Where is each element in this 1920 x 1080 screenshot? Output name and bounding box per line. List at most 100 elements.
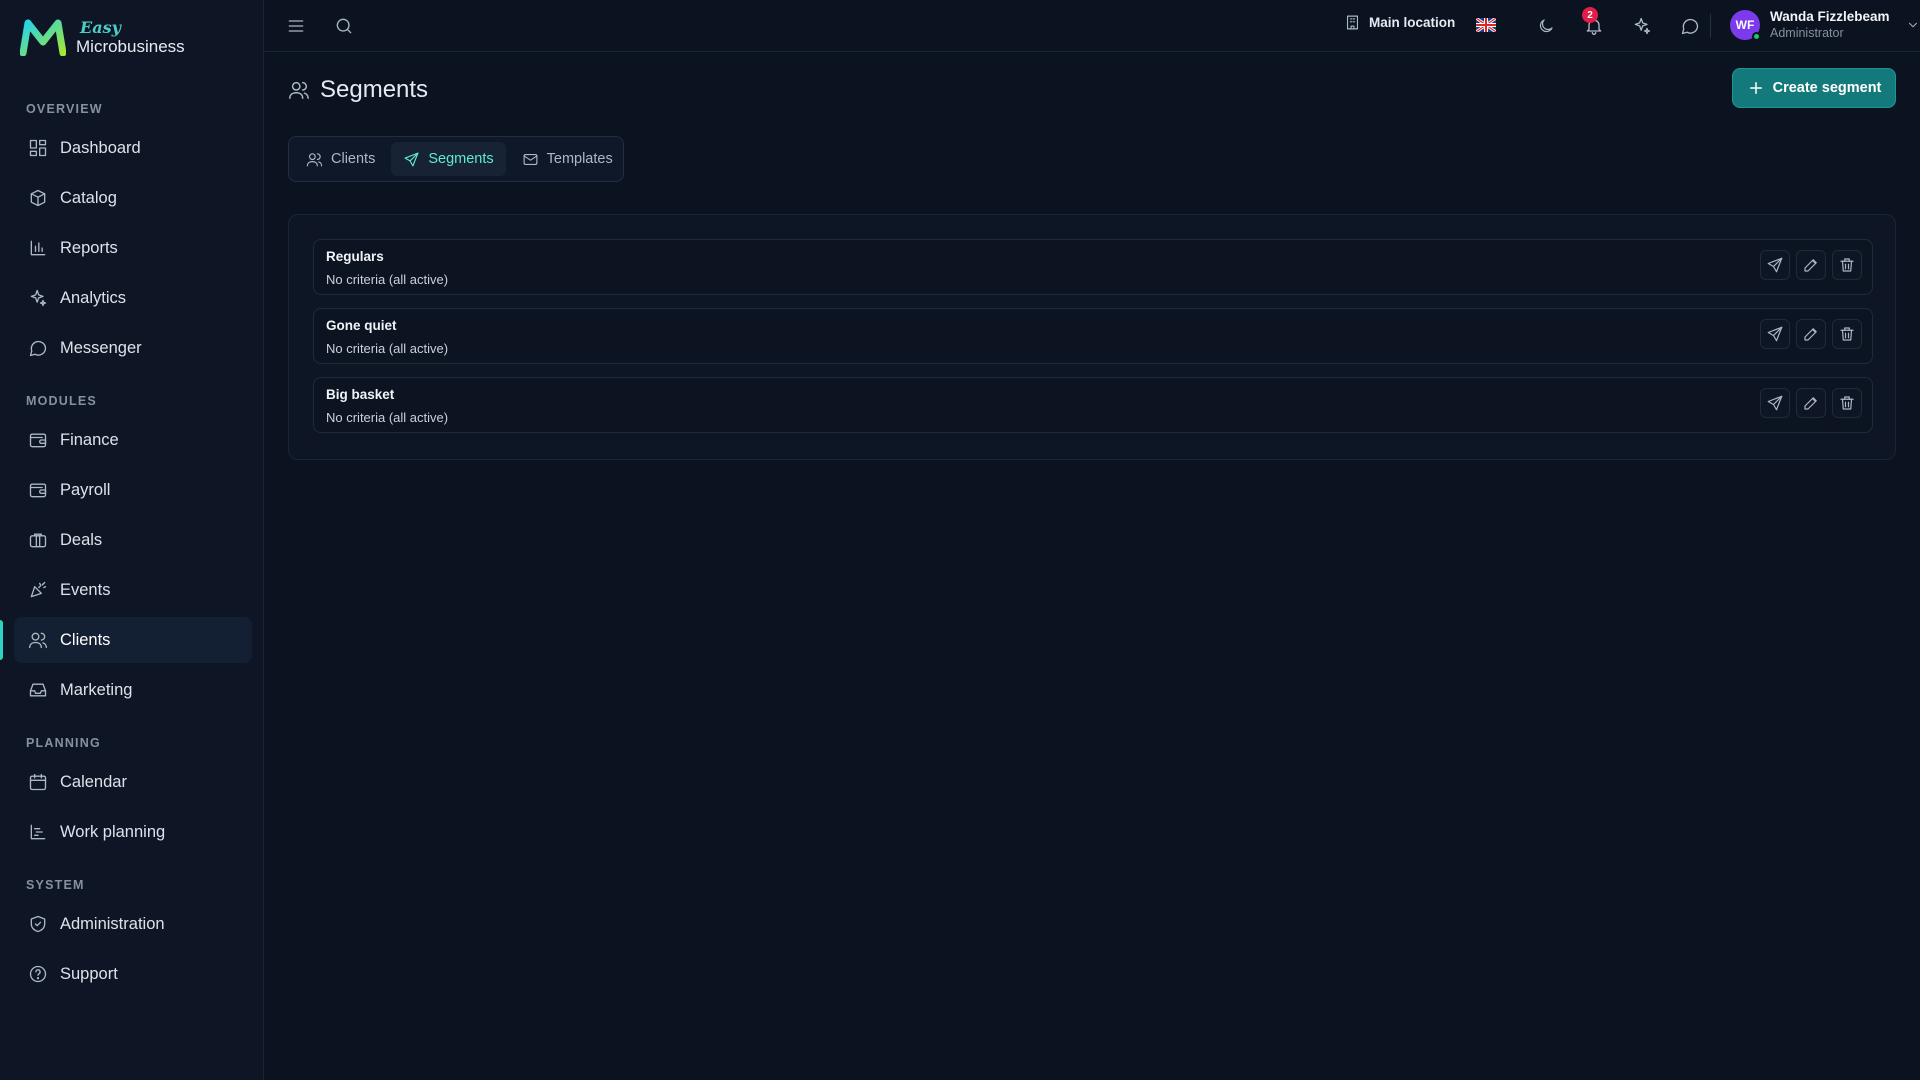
sidebar-item-reports[interactable]: Reports bbox=[14, 225, 252, 271]
sparkles-icon bbox=[30, 289, 47, 307]
sidebar-item-work-planning[interactable]: Work planning bbox=[14, 809, 252, 855]
brand-name: Microbusiness bbox=[76, 36, 185, 56]
section-modules: MODULES bbox=[26, 394, 97, 408]
calendar-icon bbox=[29, 773, 47, 791]
list-item[interactable]: Regulars No criteria (all active) bbox=[313, 239, 1873, 295]
sidebar-item-analytics[interactable]: Analytics bbox=[14, 275, 252, 321]
topbar-divider bbox=[1710, 14, 1711, 38]
sidebar-item-label: Finance bbox=[60, 430, 119, 449]
sidebar-item-label: Dashboard bbox=[60, 138, 141, 157]
send-button[interactable] bbox=[1760, 250, 1790, 280]
sidebar-item-support[interactable]: Support bbox=[14, 951, 252, 997]
ai-assistant-button[interactable] bbox=[1630, 14, 1654, 38]
edit-button[interactable] bbox=[1796, 319, 1826, 349]
section-planning: PLANNING bbox=[26, 736, 101, 750]
sidebar-item-label: Events bbox=[60, 580, 111, 599]
sidebar-item-catalog[interactable]: Catalog bbox=[14, 175, 252, 221]
page-title: Segments bbox=[288, 76, 428, 104]
sidebar-item-clients[interactable]: Clients bbox=[14, 617, 252, 663]
sidebar-item-label: Administration bbox=[60, 914, 165, 933]
notification-badge: 2 bbox=[1582, 7, 1598, 23]
sidebar-item-label: Payroll bbox=[60, 480, 111, 499]
tab-label: Segments bbox=[428, 151, 494, 167]
sidebar-item-finance[interactable]: Finance bbox=[14, 417, 252, 463]
location-selector[interactable]: Main location bbox=[1344, 14, 1455, 31]
wallet-icon bbox=[29, 433, 47, 448]
send-icon bbox=[404, 152, 419, 166]
tab-label: Clients bbox=[331, 151, 376, 167]
sidebar-item-dashboard[interactable]: Dashboard bbox=[14, 125, 252, 171]
active-indicator bbox=[0, 620, 3, 660]
segments-list: Regulars No criteria (all active) Gone q… bbox=[288, 214, 1896, 460]
brand-logo[interactable]: Easy Microbusiness bbox=[20, 18, 185, 56]
segment-name: Gone quiet bbox=[326, 318, 397, 333]
search-button[interactable] bbox=[332, 14, 356, 38]
building-icon bbox=[1346, 15, 1359, 30]
page-title-text: Segments bbox=[320, 76, 429, 103]
sidebar-item-calendar[interactable]: Calendar bbox=[14, 759, 252, 805]
inbox-icon bbox=[29, 683, 47, 697]
messages-button[interactable] bbox=[1678, 14, 1702, 38]
tab-label: Templates bbox=[546, 151, 613, 167]
delete-button[interactable] bbox=[1832, 250, 1862, 280]
trash-icon bbox=[1840, 327, 1854, 341]
chevron-down-icon bbox=[1908, 23, 1917, 28]
sparkles-icon bbox=[1634, 17, 1651, 35]
sidebar-item-label: Reports bbox=[60, 238, 118, 257]
uk-flag-icon[interactable] bbox=[1476, 18, 1496, 32]
segment-name: Regulars bbox=[326, 249, 384, 264]
tab-segments[interactable]: Segments bbox=[391, 142, 506, 176]
tab-templates[interactable]: Templates bbox=[510, 142, 625, 176]
mail-icon bbox=[523, 153, 538, 165]
sidebar-item-label: Work planning bbox=[60, 822, 166, 841]
send-button[interactable] bbox=[1760, 388, 1790, 418]
tab-clients[interactable]: Clients bbox=[294, 142, 387, 176]
sidebar-item-label: Marketing bbox=[60, 680, 133, 699]
sidebar-item-label: Calendar bbox=[60, 772, 127, 791]
create-segment-label: Create segment bbox=[1772, 80, 1882, 96]
avatar-initials: WF bbox=[1735, 18, 1755, 33]
create-segment-button[interactable]: Create segment bbox=[1732, 68, 1896, 108]
sidebar-item-label: Clients bbox=[60, 630, 111, 649]
help-icon bbox=[29, 965, 47, 983]
pencil-icon bbox=[1804, 397, 1817, 410]
avatar: WF bbox=[1730, 10, 1761, 42]
sidebar: Easy Microbusiness OVERVIEW Dashboard Ca… bbox=[0, 0, 264, 1080]
sidebar-item-label: Catalog bbox=[60, 188, 117, 207]
catalog-icon bbox=[30, 189, 46, 207]
sidebar-item-label: Deals bbox=[60, 530, 103, 549]
sidebar-item-payroll[interactable]: Payroll bbox=[14, 467, 252, 513]
segment-name: Big basket bbox=[326, 387, 395, 402]
sidebar-item-label: Messenger bbox=[60, 338, 142, 357]
edit-button[interactable] bbox=[1796, 250, 1826, 280]
list-item[interactable]: Big basket No criteria (all active) bbox=[313, 377, 1873, 433]
segment-criteria: No criteria (all active) bbox=[326, 341, 449, 356]
party-icon bbox=[30, 581, 47, 598]
users-icon bbox=[306, 152, 323, 166]
search-icon bbox=[336, 18, 352, 34]
sidebar-item-deals[interactable]: Deals bbox=[14, 517, 252, 563]
delete-button[interactable] bbox=[1832, 388, 1862, 418]
user-menu[interactable]: WF Wanda Fizzlebeam Administrator bbox=[1730, 9, 1920, 42]
moon-icon bbox=[1539, 19, 1553, 33]
sidebar-item-events[interactable]: Events bbox=[14, 567, 252, 613]
list-item[interactable]: Gone quiet No criteria (all active) bbox=[313, 308, 1873, 364]
user-name: Wanda Fizzlebeam bbox=[1770, 9, 1890, 24]
delete-button[interactable] bbox=[1832, 319, 1862, 349]
brand-easy: Easy bbox=[80, 17, 121, 37]
sidebar-item-marketing[interactable]: Marketing bbox=[14, 667, 252, 713]
sidebar-item-administration[interactable]: Administration bbox=[14, 901, 252, 947]
pencil-icon bbox=[1804, 328, 1817, 341]
section-system: SYSTEM bbox=[26, 878, 85, 892]
location-label: Main location bbox=[1369, 15, 1456, 30]
theme-toggle-button[interactable] bbox=[1534, 14, 1558, 38]
sidebar-item-messenger[interactable]: Messenger bbox=[14, 325, 252, 371]
wallet-icon bbox=[29, 483, 47, 498]
shield-icon bbox=[30, 915, 46, 933]
edit-button[interactable] bbox=[1796, 388, 1826, 418]
briefcase-icon bbox=[29, 533, 47, 548]
send-button[interactable] bbox=[1760, 319, 1790, 349]
send-icon bbox=[1767, 257, 1783, 273]
menu-toggle-button[interactable] bbox=[284, 14, 308, 38]
logo-mark-icon bbox=[20, 19, 66, 56]
